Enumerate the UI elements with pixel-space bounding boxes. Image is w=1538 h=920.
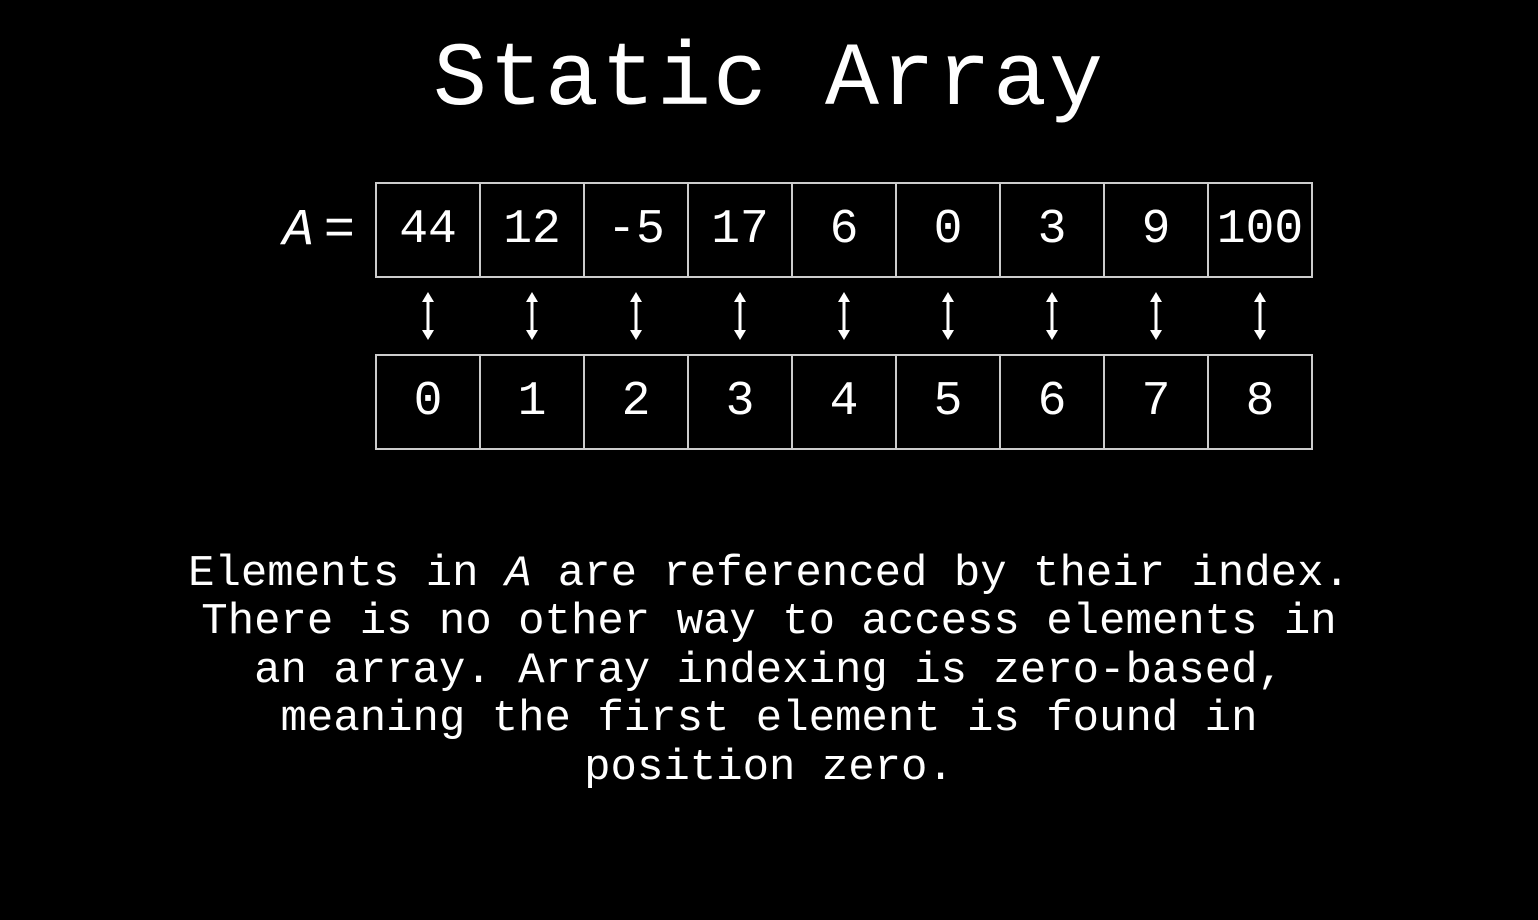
double-arrow-icon — [999, 286, 1105, 346]
index-cell: 8 — [1207, 354, 1313, 450]
value-cell: -5 — [583, 182, 689, 278]
value-cell: 44 — [375, 182, 481, 278]
page-title: Static Array — [433, 30, 1105, 132]
value-cell: 6 — [791, 182, 897, 278]
index-cell: 7 — [1103, 354, 1209, 450]
desc-varname: A — [505, 549, 531, 599]
array-var: A — [283, 201, 314, 260]
index-cell: 0 — [375, 354, 481, 450]
index-cell: 6 — [999, 354, 1105, 450]
value-cell: 0 — [895, 182, 1001, 278]
index-cell: 5 — [895, 354, 1001, 450]
double-arrow-icon — [791, 286, 897, 346]
index-cells: 0 1 2 3 4 5 6 7 8 — [375, 354, 1313, 450]
arrows-row — [375, 286, 1313, 346]
array-diagram: A= 44 12 -5 17 6 0 3 9 100 — [225, 182, 1313, 450]
index-cell: 1 — [479, 354, 585, 450]
double-arrow-icon — [375, 286, 481, 346]
double-arrow-icon — [687, 286, 793, 346]
array-values-row: A= 44 12 -5 17 6 0 3 9 100 — [225, 182, 1313, 278]
value-cell: 12 — [479, 182, 585, 278]
double-arrow-icon — [1207, 286, 1313, 346]
value-cell: 17 — [687, 182, 793, 278]
value-cell: 100 — [1207, 182, 1313, 278]
double-arrow-icon — [479, 286, 585, 346]
value-cell: 3 — [999, 182, 1105, 278]
value-cell: 9 — [1103, 182, 1209, 278]
index-cell: 2 — [583, 354, 689, 450]
index-cell: 4 — [791, 354, 897, 450]
double-arrow-icon — [583, 286, 689, 346]
double-arrow-icon — [895, 286, 1001, 346]
description-text: Elements in A are referenced by their in… — [169, 550, 1369, 792]
index-cell: 3 — [687, 354, 793, 450]
value-cells: 44 12 -5 17 6 0 3 9 100 — [375, 182, 1313, 278]
double-arrow-icon — [1103, 286, 1209, 346]
array-label: A= — [225, 201, 355, 260]
equals-sign: = — [324, 201, 355, 260]
desc-prefix: Elements in — [188, 549, 505, 599]
